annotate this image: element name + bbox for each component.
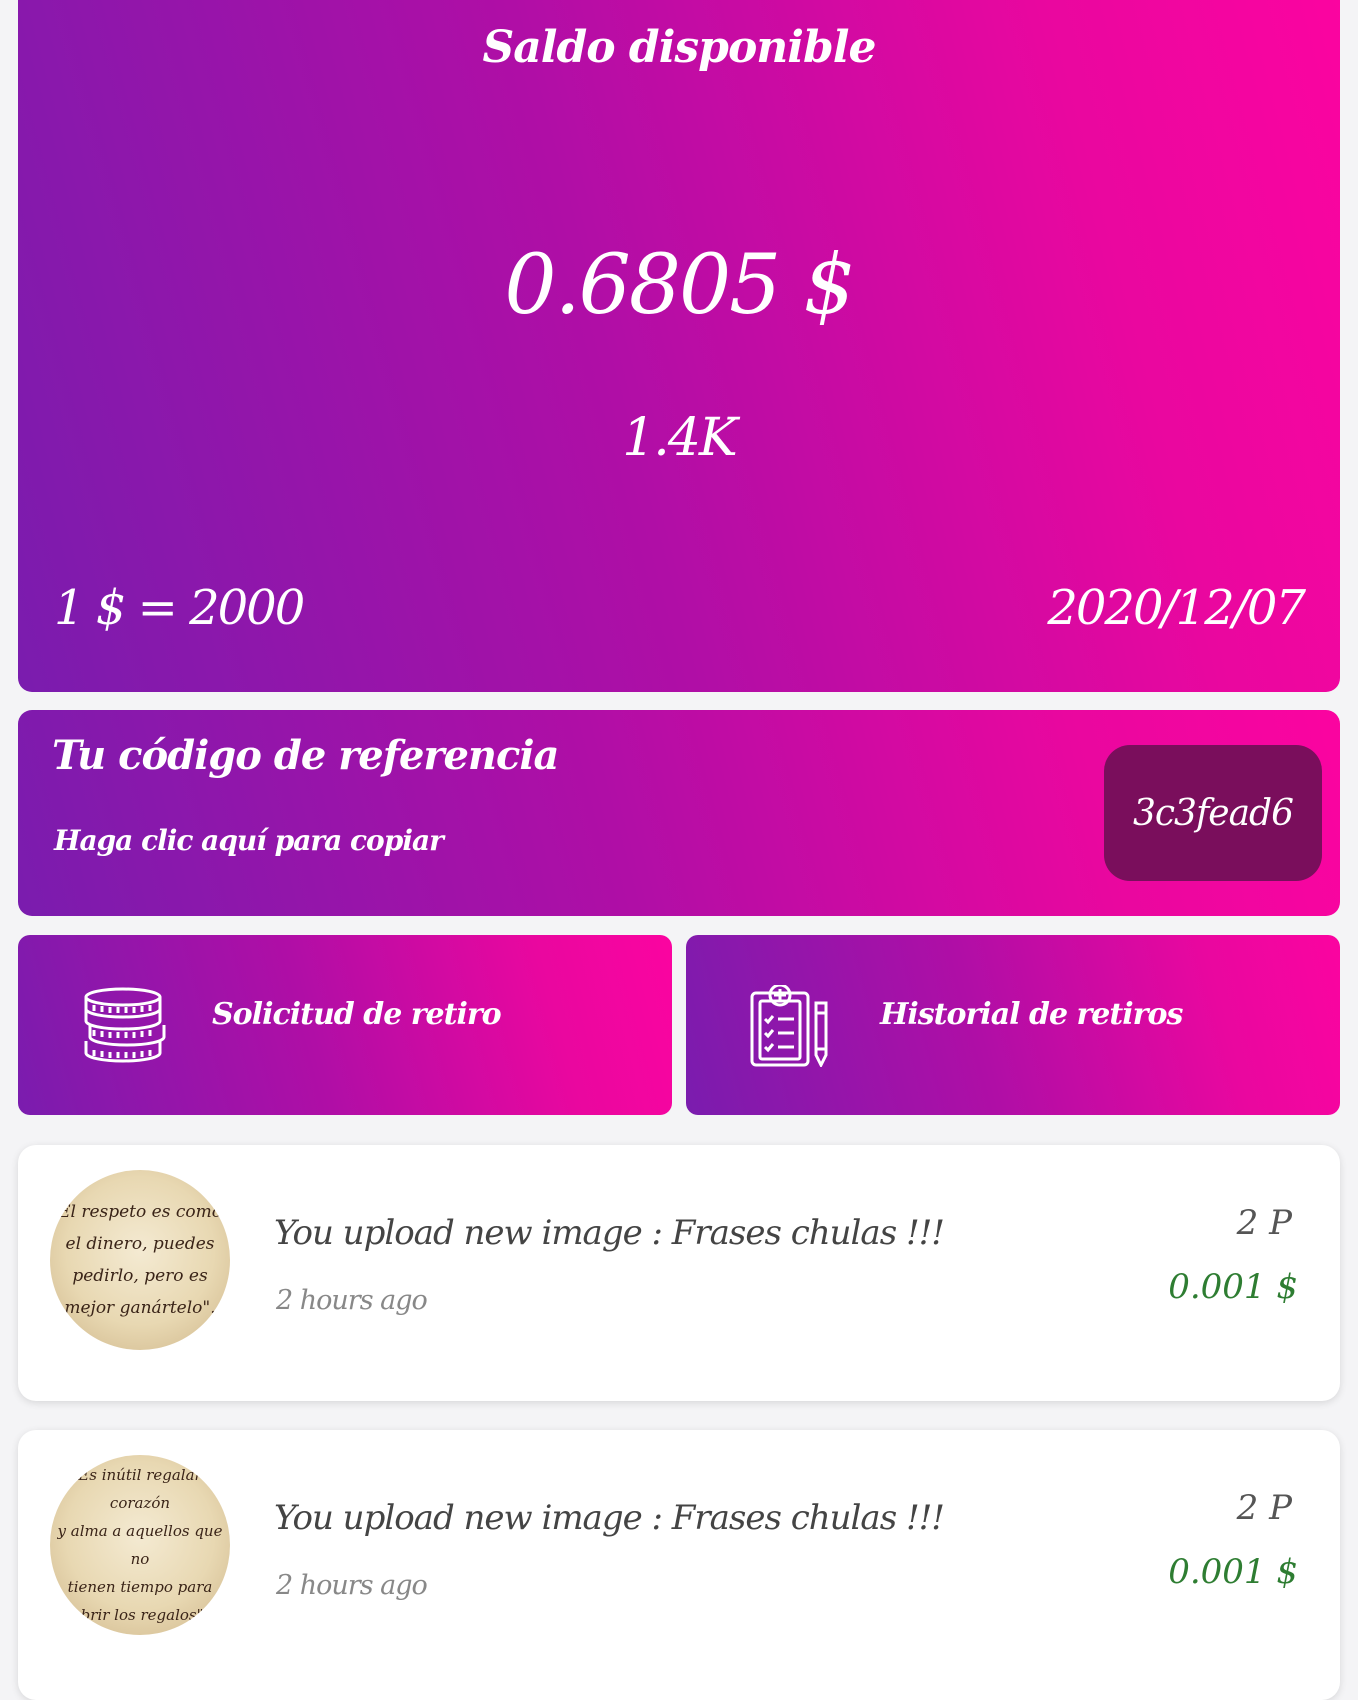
- withdraw-request-button[interactable]: Solicitud de retiro: [18, 935, 672, 1115]
- balance-card: Saldo disponible 0.6805 $ 1.4K 1 $ = 200…: [18, 0, 1340, 692]
- exchange-rate: 1 $ = 2000: [54, 580, 305, 636]
- clipboard-icon: [750, 985, 828, 1067]
- activity-time: 2 hours ago: [276, 1570, 428, 1601]
- balance-amount: 0.6805 $: [504, 238, 855, 333]
- balance-title: Saldo disponible: [482, 22, 877, 73]
- activity-points: 2 P: [1236, 1203, 1292, 1243]
- activity-item[interactable]: Es inútil regalar corazón y alma a aquel…: [18, 1430, 1340, 1700]
- withdraw-request-label: Solicitud de retiro: [212, 997, 502, 1032]
- activity-time: 2 hours ago: [276, 1285, 428, 1316]
- activity-points: 2 P: [1236, 1488, 1292, 1528]
- activity-amount: 0.001 $: [1168, 1552, 1298, 1592]
- referral-card[interactable]: Tu código de referencia Haga clic aquí p…: [18, 710, 1340, 916]
- referral-code-button[interactable]: 3c3fead6: [1104, 745, 1322, 881]
- activity-amount: 0.001 $: [1168, 1267, 1298, 1307]
- balance-date: 2020/12/07: [1047, 580, 1306, 636]
- activity-title: You upload new image : Frases chulas !!!: [274, 1213, 945, 1253]
- activity-item[interactable]: El respeto es como el dinero, puedes ped…: [18, 1145, 1340, 1401]
- activity-title: You upload new image : Frases chulas !!!: [274, 1498, 945, 1538]
- referral-title: Tu código de referencia: [52, 732, 559, 779]
- withdraw-history-button[interactable]: Historial de retiros: [686, 935, 1340, 1115]
- copy-hint[interactable]: Haga clic aquí para copiar: [54, 824, 444, 857]
- thumbnail-quote: El respeto es como el dinero, puedes ped…: [58, 1202, 222, 1318]
- activity-thumbnail: El respeto es como el dinero, puedes ped…: [50, 1170, 230, 1350]
- thumbnail-quote: Es inútil regalar corazón y alma a aquel…: [57, 1466, 223, 1624]
- activity-thumbnail: Es inútil regalar corazón y alma a aquel…: [50, 1455, 230, 1635]
- coins-icon: [84, 987, 166, 1063]
- points-total: 1.4K: [622, 408, 738, 468]
- withdraw-history-label: Historial de retiros: [880, 997, 1183, 1032]
